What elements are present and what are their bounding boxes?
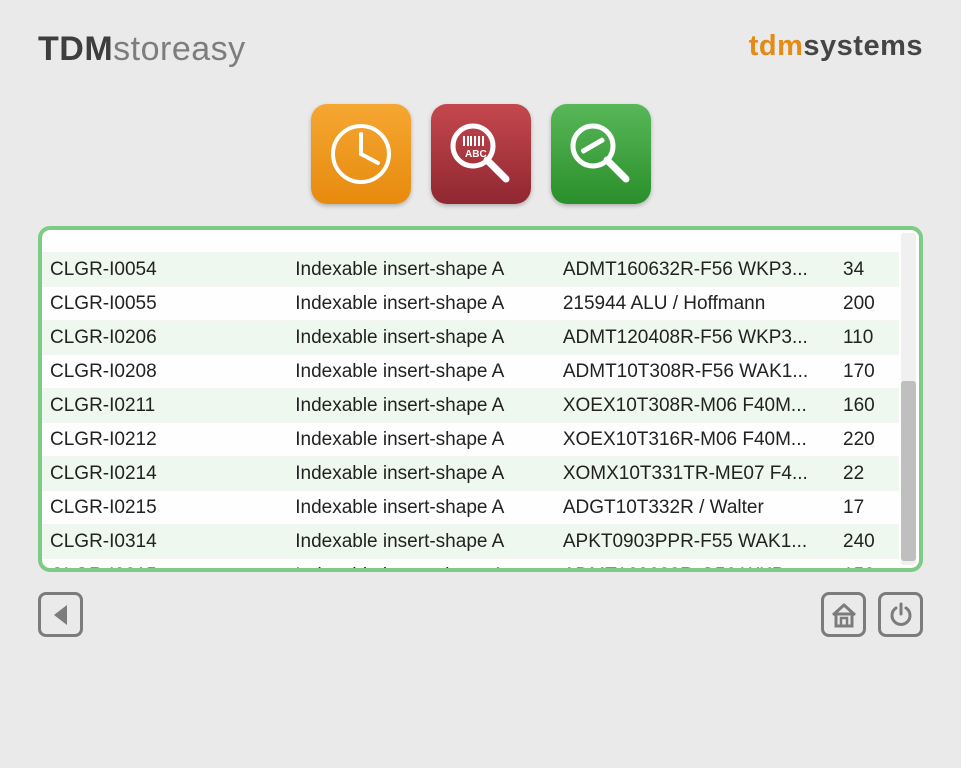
cell-name: Indexable insert-shape A [287,423,555,457]
results-table: CLGR-I0053Indexable insert RE1=4.0 ...HM… [42,230,899,568]
table-row[interactable]: CLGR-I0215Indexable insert-shape AADGT10… [42,491,899,525]
cell-qty: 34 [835,253,899,287]
footer [38,592,923,637]
cell-name: Indexable insert-shape A [287,559,555,569]
scrollbar-thumb[interactable] [901,381,916,561]
back-icon [51,603,71,627]
cell-desc: 215944 ALU / Hoffmann [555,287,835,321]
cell-code: CLGR-I0315 [42,559,287,569]
tool-search-icon [566,119,636,189]
cell-qty: 170 [835,355,899,389]
cell-name: Indexable insert-shape A [287,491,555,525]
action-bar: ABC [38,104,923,204]
table-row[interactable]: CLGR-I0214Indexable insert-shape AXOMX10… [42,457,899,491]
footer-right [821,592,923,637]
barcode-search-button[interactable]: ABC [431,104,531,204]
home-button[interactable] [821,592,866,637]
cell-code: CLGR-I0215 [42,491,287,525]
cell-code: CLGR-I0208 [42,355,287,389]
table-row[interactable]: CLGR-I0054Indexable insert-shape AADMT16… [42,253,899,287]
cell-desc: HM90 ADKT 190340-PDR I... [555,230,835,253]
cell-qty: 160 [835,389,899,423]
app-logo-bold: TDM [38,30,113,68]
cell-qty: 150 [835,230,899,253]
cell-code: CLGR-I0206 [42,321,287,355]
cell-desc: APKT0903PPR-F55 WAK1... [555,525,835,559]
cell-code: CLGR-I0314 [42,525,287,559]
cell-name: Indexable insert-shape A [287,253,555,287]
cell-qty: 17 [835,491,899,525]
cell-desc: ADMT160608R-G56 WKP... [555,559,835,569]
cell-desc: ADGT10T332R / Walter [555,491,835,525]
cell-code: CLGR-I0055 [42,287,287,321]
cell-qty: 220 [835,423,899,457]
cell-qty: 200 [835,287,899,321]
barcode-search-icon: ABC [446,119,516,189]
brand-logo-color: tdm [749,30,804,62]
table-row[interactable]: CLGR-I0053Indexable insert RE1=4.0 ...HM… [42,230,899,253]
cell-desc: ADMT120408R-F56 WKP3... [555,321,835,355]
cell-desc: XOEX10T308R-M06 F40M... [555,389,835,423]
cell-desc: XOMX10T331TR-ME07 F4... [555,457,835,491]
svg-text:ABC: ABC [465,149,487,160]
table-row[interactable]: CLGR-I0211Indexable insert-shape AXOEX10… [42,389,899,423]
table-row[interactable]: CLGR-I0212Indexable insert-shape AXOEX10… [42,423,899,457]
history-button[interactable] [311,104,411,204]
tool-search-button[interactable] [551,104,651,204]
table-row[interactable]: CLGR-I0206Indexable insert-shape AADMT12… [42,321,899,355]
cell-code: CLGR-I0211 [42,389,287,423]
brand-logo-dark: systems [803,30,923,62]
cell-qty: 110 [835,321,899,355]
results-table-wrap: CLGR-I0053Indexable insert RE1=4.0 ...HM… [42,230,919,568]
table-row[interactable]: CLGR-I0208Indexable insert-shape AADMT10… [42,355,899,389]
power-button[interactable] [878,592,923,637]
app-logo: TDMstoreasy [38,30,246,69]
header: TDMstoreasy tdmsystems [38,30,923,69]
table-row[interactable]: CLGR-I0314Indexable insert-shape AAPKT09… [42,525,899,559]
table-row[interactable]: CLGR-I0055Indexable insert-shape A215944… [42,287,899,321]
brand-logo: tdmsystems [749,30,923,63]
power-icon [888,602,914,628]
back-button[interactable] [38,592,83,637]
cell-desc: XOEX10T316R-M06 F40M... [555,423,835,457]
home-icon [830,602,858,628]
cell-name: Indexable insert RE1=4.0 ... [287,230,555,253]
scrollbar[interactable] [901,233,916,565]
cell-name: Indexable insert-shape A [287,321,555,355]
cell-code: CLGR-I0054 [42,253,287,287]
results-panel: CLGR-I0053Indexable insert RE1=4.0 ...HM… [38,226,923,572]
cell-qty: 150 [835,559,899,569]
cell-name: Indexable insert-shape A [287,355,555,389]
cell-code: CLGR-I0214 [42,457,287,491]
cell-name: Indexable insert-shape A [287,389,555,423]
cell-name: Indexable insert-shape A [287,287,555,321]
cell-name: Indexable insert-shape A [287,525,555,559]
cell-code: CLGR-I0053 [42,230,287,253]
cell-desc: ADMT160632R-F56 WKP3... [555,253,835,287]
table-row[interactable]: CLGR-I0315Indexable insert-shape AADMT16… [42,559,899,569]
clock-icon [328,121,394,187]
cell-code: CLGR-I0212 [42,423,287,457]
app-logo-light: storeasy [113,30,246,68]
cell-qty: 22 [835,457,899,491]
cell-qty: 240 [835,525,899,559]
cell-desc: ADMT10T308R-F56 WAK1... [555,355,835,389]
cell-name: Indexable insert-shape A [287,457,555,491]
